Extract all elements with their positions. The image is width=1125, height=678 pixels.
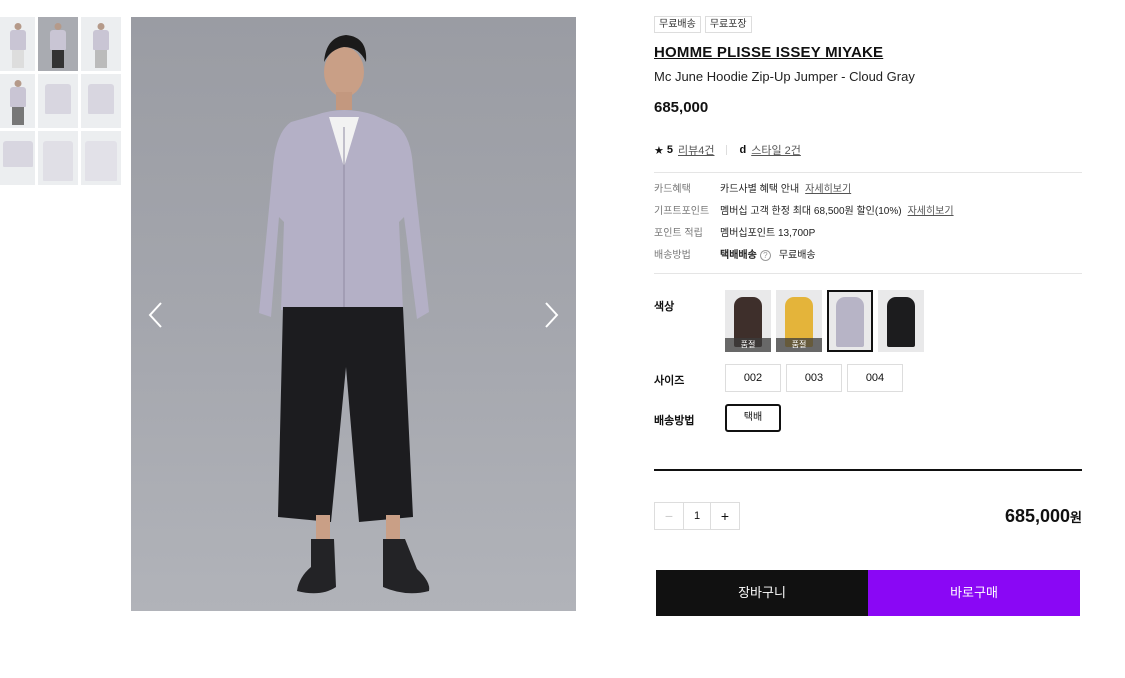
- benefit-info: 카드혜택 카드사별 혜택 안내 자세히보기 기프트포인트 멤버십 고객 한정 최대…: [654, 172, 1082, 261]
- style-count-link[interactable]: 스타일 2건: [751, 142, 801, 158]
- style-icon: d: [739, 144, 747, 156]
- help-icon[interactable]: ?: [759, 250, 771, 261]
- shipping-method-label: 배송방법: [654, 250, 691, 261]
- thumbnail-gallery: [0, 17, 122, 185]
- review-count-link[interactable]: 리뷰4건: [678, 142, 714, 158]
- thumbnail-8[interactable]: [38, 131, 78, 185]
- rating-row: ★ 5 리뷰4건 d 스타일 2건: [654, 142, 1082, 158]
- color-label: 색상: [654, 301, 675, 313]
- size-002-button[interactable]: 002: [725, 364, 781, 392]
- buy-now-button[interactable]: 바로구매: [868, 570, 1080, 616]
- total-amount: 685,000: [1004, 505, 1071, 526]
- parcel-delivery-button[interactable]: 택배: [725, 404, 781, 432]
- quantity-row: − 1 + 685,000원: [654, 502, 1082, 530]
- thumbnail-7[interactable]: [0, 131, 35, 185]
- section-divider: [654, 469, 1082, 471]
- shipping-method-value: 택배배송: [720, 250, 757, 261]
- free-wrapping-tag: 무료포장: [704, 16, 752, 33]
- option-section: 색상 품절 품절 사이즈 002 003 004 배송방법 택배: [654, 273, 1082, 432]
- card-benefit-label: 카드혜택: [654, 184, 691, 195]
- shipping-option-row: 배송방법 택배: [654, 404, 1082, 432]
- free-shipping-text: 무료배송: [778, 250, 816, 261]
- thumbnail-6[interactable]: [81, 74, 121, 128]
- free-shipping-tag: 무료배송: [654, 16, 701, 33]
- star-icon: ★: [654, 144, 664, 157]
- size-004-button[interactable]: 004: [847, 364, 903, 392]
- rating-value: 5: [666, 144, 673, 156]
- thumbnail-1[interactable]: [0, 17, 35, 71]
- point-row: 포인트 적립 멤버십포인트 13,700P: [654, 228, 1082, 239]
- next-image-arrow[interactable]: [538, 300, 562, 330]
- color-swatch-yellow[interactable]: 품절: [776, 290, 822, 352]
- product-info-panel: 무료배송 무료포장 HOMME PLISSE ISSEY MIYAKE Mc J…: [654, 16, 1082, 616]
- gift-point-label: 기프트포인트: [654, 206, 710, 217]
- thumbnail-2[interactable]: [38, 17, 78, 71]
- color-option-row: 색상 품절 품절: [654, 290, 1082, 352]
- increase-quantity-button[interactable]: +: [711, 503, 739, 529]
- total-price: 685,000원: [1005, 506, 1082, 527]
- thumbnail-3[interactable]: [81, 17, 121, 71]
- size-label: 사이즈: [654, 375, 685, 387]
- thumbnail-4[interactable]: [0, 74, 35, 128]
- product-name: Mc June Hoodie Zip-Up Jumper - Cloud Gra…: [654, 69, 915, 84]
- prev-image-arrow[interactable]: [145, 300, 169, 330]
- card-benefit-row: 카드혜택 카드사별 혜택 안내 자세히보기: [654, 184, 1082, 195]
- color-swatch-gray[interactable]: [827, 290, 873, 352]
- card-benefit-detail-link[interactable]: 자세히보기: [805, 184, 851, 195]
- color-swatch-brown[interactable]: 품절: [725, 290, 771, 352]
- thumbnail-5[interactable]: [38, 74, 78, 128]
- point-value: 멤버십포인트 13,700P: [720, 228, 816, 239]
- thumbnail-9[interactable]: [81, 131, 121, 185]
- card-benefit-value: 카드사별 혜택 안내: [720, 184, 800, 195]
- brand-name[interactable]: HOMME PLISSE ISSEY MIYAKE: [654, 44, 1082, 61]
- main-product-image: [131, 17, 576, 611]
- add-to-cart-button[interactable]: 장바구니: [656, 570, 868, 616]
- model-photo: [259, 35, 430, 594]
- color-swatch-black[interactable]: [878, 290, 924, 352]
- decrease-quantity-button[interactable]: −: [655, 503, 683, 529]
- gift-point-value: 멤버십 고객 한정 최대 68,500원 할인(10%): [720, 206, 902, 217]
- currency-unit: 원: [1070, 509, 1082, 525]
- sold-out-badge: 품절: [776, 338, 822, 352]
- size-option-row: 사이즈 002 003 004: [654, 364, 1082, 392]
- size-003-button[interactable]: 003: [786, 364, 842, 392]
- size-options: 002 003 004: [725, 364, 903, 392]
- tag-list: 무료배송 무료포장: [654, 16, 1082, 33]
- shipping-option-label: 배송방법: [654, 415, 695, 427]
- shipping-method-row: 배송방법 택배배송? 무료배송: [654, 250, 1082, 261]
- quantity-stepper: − 1 +: [654, 502, 740, 530]
- quantity-value[interactable]: 1: [683, 503, 711, 529]
- point-label: 포인트 적립: [654, 228, 703, 239]
- purchase-buttons: 장바구니 바로구매: [654, 570, 1082, 616]
- gift-point-row: 기프트포인트 멤버십 고객 한정 최대 68,500원 할인(10%) 자세히보기: [654, 206, 1082, 217]
- sold-out-badge: 품절: [725, 338, 771, 352]
- color-swatches: 품절 품절: [725, 290, 924, 352]
- gift-point-detail-link[interactable]: 자세히보기: [908, 206, 954, 217]
- product-price: 685,000: [654, 99, 709, 116]
- divider: [726, 145, 728, 155]
